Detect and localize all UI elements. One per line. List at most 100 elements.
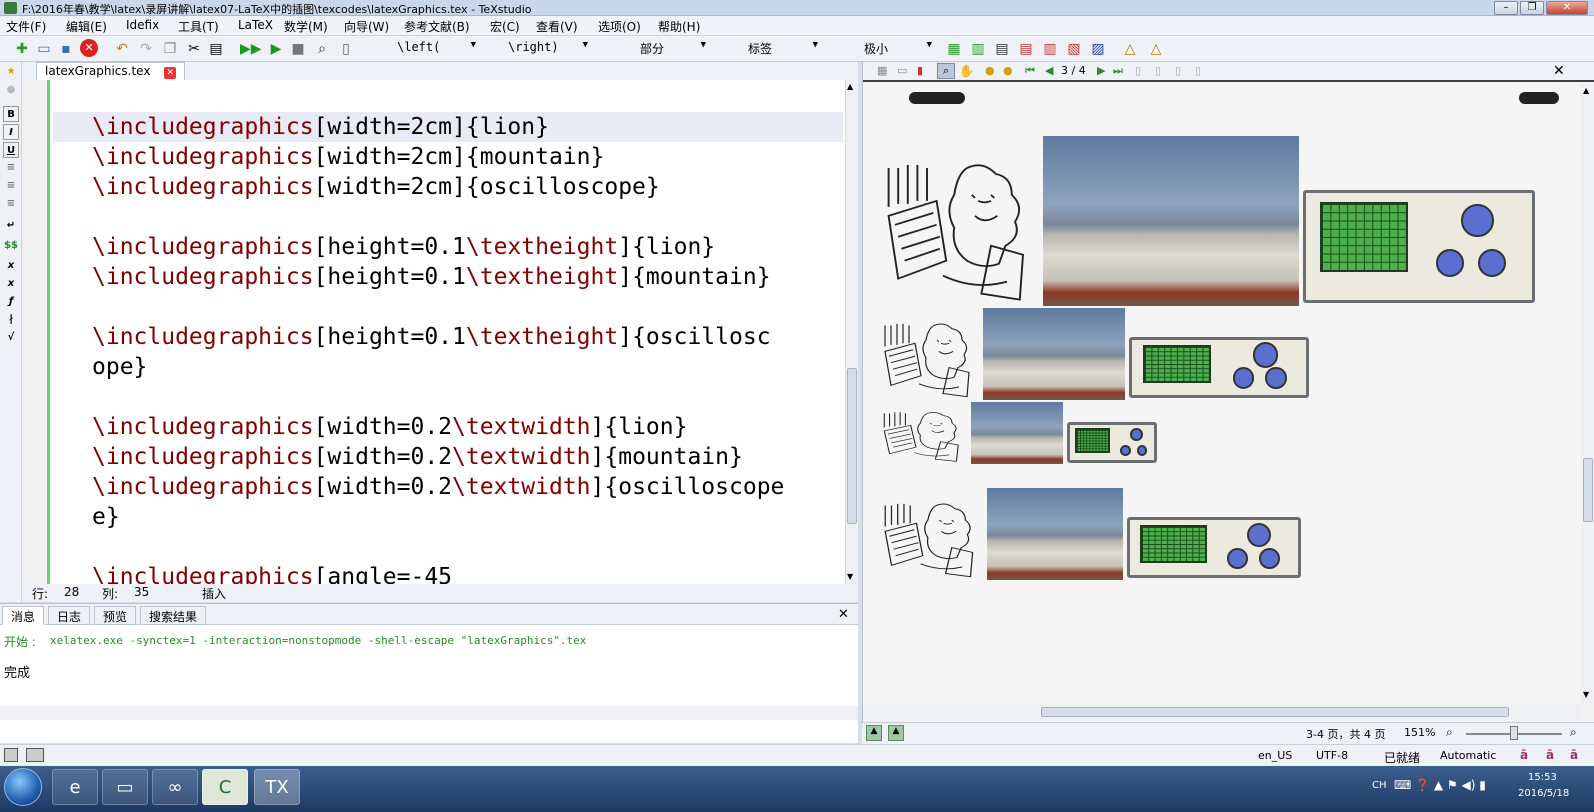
- row-icon[interactable]: ▤: [992, 39, 1012, 59]
- scroll-down-icon[interactable]: ▼: [1583, 690, 1589, 699]
- subscript-icon[interactable]: x: [3, 258, 19, 274]
- pdf-page[interactable]: [863, 84, 1581, 704]
- paste-icon[interactable]: ▤: [206, 39, 226, 59]
- language-selector[interactable]: en_US: [1258, 749, 1292, 762]
- sqrt-icon[interactable]: √: [3, 330, 19, 346]
- math-dollar-icon[interactable]: $$: [3, 238, 19, 254]
- close-viewer-icon[interactable]: ✕: [1553, 63, 1565, 79]
- menu-file[interactable]: 文件(F): [6, 18, 46, 35]
- texstudio-task-icon[interactable]: TX: [254, 769, 300, 805]
- table-icon[interactable]: ▦: [944, 39, 964, 59]
- tab-preview[interactable]: 预览: [94, 606, 137, 625]
- newline-icon[interactable]: ↵: [3, 218, 19, 234]
- zoom-in-icon[interactable]: ⌕: [1570, 725, 1577, 740]
- app-cloud-icon[interactable]: ∞: [152, 769, 198, 805]
- menu-bibliography[interactable]: 参考文献(B): [404, 18, 470, 35]
- close-panel-icon[interactable]: ✕: [838, 607, 849, 622]
- label-combo[interactable]: 标签 ▼: [714, 40, 818, 58]
- code-line[interactable]: \includegraphics[angle=-45: [92, 562, 452, 584]
- close-window-button[interactable]: ✕: [1546, 1, 1588, 15]
- delete-column-icon[interactable]: ▥: [1040, 39, 1060, 59]
- input-lang[interactable]: CH: [1372, 780, 1387, 791]
- save-icon[interactable]: ▪: [56, 39, 76, 59]
- code-line[interactable]: \includegraphics[width=2cm]{mountain}: [92, 142, 604, 172]
- first-page-icon[interactable]: ⏮: [1025, 64, 1035, 78]
- next-mark-icon[interactable]: ●: [1003, 64, 1013, 77]
- right-delimiter-combo[interactable]: \right) ▼: [484, 40, 588, 58]
- view-pdf-icon[interactable]: ⌕: [312, 39, 332, 59]
- compile-icon[interactable]: ▶: [266, 39, 286, 59]
- menu-math[interactable]: 数学(M): [284, 18, 328, 35]
- clock-date[interactable]: 2016/5/18: [1518, 788, 1569, 799]
- tool-icon-c[interactable]: ▯: [1175, 64, 1181, 77]
- last-page-icon[interactable]: ⏭: [1113, 64, 1123, 78]
- page-icon[interactable]: ▭: [897, 64, 907, 77]
- editor-vertical-scrollbar[interactable]: ▲ ▼: [845, 80, 858, 584]
- warning-icon[interactable]: △: [1120, 39, 1140, 59]
- code-line[interactable]: \includegraphics[width=0.2\textwidth]{os…: [92, 472, 784, 502]
- clock-time[interactable]: 15:53: [1528, 772, 1557, 783]
- menu-help[interactable]: 帮助(H): [658, 18, 700, 35]
- menu-wizard[interactable]: 向导(W): [344, 18, 389, 35]
- align-center-icon[interactable]: ≡: [3, 178, 19, 194]
- star-icon[interactable]: ★: [3, 64, 19, 80]
- code-line[interactable]: \includegraphics[width=0.2\textwidth]{li…: [92, 412, 687, 442]
- undo-icon[interactable]: ↶: [112, 39, 132, 59]
- dot-icon[interactable]: ●: [3, 82, 19, 98]
- camtasia-icon[interactable]: C: [202, 769, 248, 805]
- tool-icon-b[interactable]: ▯: [1155, 64, 1161, 77]
- close-file-icon[interactable]: ✕: [80, 39, 98, 57]
- align-left-icon[interactable]: ≡: [3, 160, 19, 176]
- column-icon[interactable]: ▥: [968, 39, 988, 59]
- fit-width-icon[interactable]: ▲: [888, 725, 904, 741]
- code-line[interactable]: \includegraphics[height=0.1\textheight]{…: [92, 262, 771, 292]
- bold-icon[interactable]: B: [3, 106, 19, 122]
- tray-icons[interactable]: ⌨ ❓ ▲ ⚑ ◀) ▮: [1394, 778, 1486, 792]
- delete-row-icon[interactable]: ▤: [1016, 39, 1036, 59]
- next-page-icon[interactable]: ▶: [1097, 64, 1105, 77]
- left-delimiter-combo[interactable]: \left(▼: [372, 40, 476, 58]
- italic-icon[interactable]: I: [3, 124, 19, 140]
- view-log-icon[interactable]: ▯: [336, 39, 356, 59]
- pdf-scroll-thumb[interactable]: [1583, 458, 1593, 522]
- merge-icon[interactable]: ▨: [1088, 39, 1108, 59]
- inline-check-icon[interactable]: ā: [1570, 748, 1578, 762]
- tool-icon-d[interactable]: ▯: [1195, 64, 1201, 77]
- minimize-button[interactable]: –: [1494, 1, 1518, 15]
- pdf-vertical-scrollbar[interactable]: ▲ ▼: [1581, 84, 1594, 704]
- menu-tools[interactable]: 工具(T): [178, 18, 219, 35]
- hand-tool-icon[interactable]: ✋: [959, 64, 974, 78]
- copy-icon[interactable]: ❐: [160, 39, 180, 59]
- zoom-slider-handle[interactable]: [1510, 726, 1518, 740]
- structure-toggle-icon[interactable]: [26, 748, 44, 762]
- build-view-icon[interactable]: ▶▶: [240, 39, 262, 59]
- scroll-up-icon[interactable]: ▲: [1583, 86, 1589, 95]
- grammar-icon[interactable]: ā: [1546, 748, 1554, 762]
- scroll-up-icon[interactable]: ▲: [847, 82, 853, 91]
- menu-idefix[interactable]: Idefix: [126, 18, 159, 32]
- pdf-hscroll-thumb[interactable]: [1041, 707, 1509, 717]
- tab-messages[interactable]: 消息: [2, 606, 45, 625]
- fraction-icon[interactable]: ƒ: [3, 294, 19, 310]
- editor-scroll-thumb[interactable]: [847, 368, 857, 524]
- menu-edit[interactable]: 编辑(E): [66, 18, 107, 35]
- code-line[interactable]: \includegraphics[width=2cm]{oscilloscope…: [92, 172, 660, 202]
- warning-next-icon[interactable]: △: [1146, 39, 1166, 59]
- fit-icon[interactable]: ▲: [866, 725, 882, 741]
- prev-mark-icon[interactable]: ●: [985, 64, 995, 77]
- code-editor[interactable]: \includegraphics[width=2cm]{lion} \includ…: [22, 80, 858, 584]
- spell-icon[interactable]: ā: [1520, 748, 1528, 762]
- maximize-button[interactable]: ❐: [1520, 1, 1544, 15]
- stop-icon[interactable]: ■: [288, 39, 308, 59]
- encoding-selector[interactable]: UTF-8: [1316, 749, 1348, 762]
- pdf-horizontal-scrollbar[interactable]: [863, 704, 1581, 720]
- open-file-icon[interactable]: ▭: [34, 39, 54, 59]
- code-line[interactable]: ope}: [92, 352, 147, 382]
- start-button[interactable]: [4, 768, 42, 806]
- close-tab-icon[interactable]: ✕: [164, 67, 177, 79]
- zoom-out-icon[interactable]: ⌕: [1446, 725, 1453, 740]
- align-icon[interactable]: ▧: [1064, 39, 1084, 59]
- menu-view[interactable]: 查看(V): [536, 18, 578, 35]
- explorer-icon[interactable]: ▭: [102, 769, 148, 805]
- part-combo[interactable]: 部分 ▼: [606, 40, 706, 58]
